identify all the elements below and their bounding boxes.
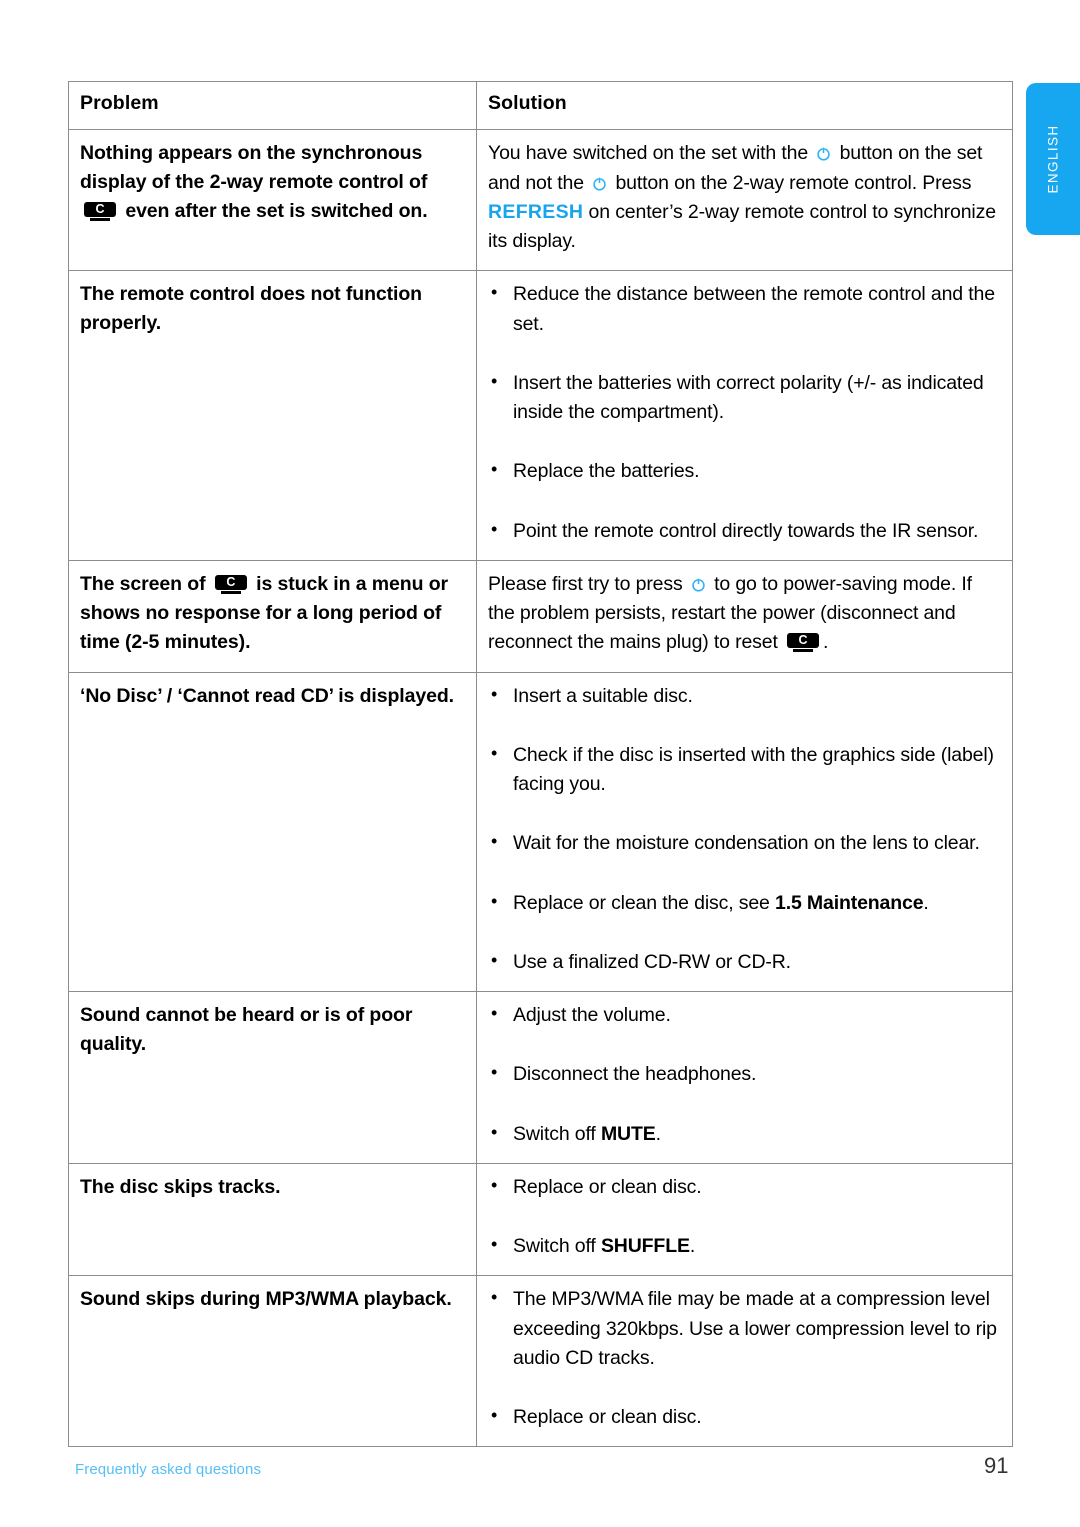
- c-icon-base: [220, 590, 241, 594]
- solution-cell: The MP3/WMA file may be made at a compre…: [476, 1275, 1013, 1448]
- list-item: Replace or clean disc.: [488, 1172, 1002, 1202]
- list-item: Wait for the moisture condensation on th…: [488, 828, 1002, 858]
- list-item: Use a finalized CD-RW or CD-R.: [488, 947, 1002, 977]
- list-item: Insert the batteries with correct polari…: [488, 368, 1002, 428]
- list-item: Replace the batteries.: [488, 456, 1002, 486]
- table-row: ‘No Disc’ / ‘Cannot read CD’ is displaye…: [68, 671, 1013, 993]
- c-icon-base: [90, 218, 110, 222]
- center-unit-c-icon: C: [787, 633, 819, 653]
- list-item: Point the remote control directly toward…: [488, 516, 1002, 546]
- table-row: Nothing appears on the synchronous displ…: [68, 129, 1013, 272]
- list-item: Insert a suitable disc.: [488, 681, 1002, 711]
- table-header-row: Problem Solution: [68, 80, 1013, 131]
- language-tab-label: ENGLISH: [1045, 124, 1061, 194]
- c-icon-glyph: C: [95, 202, 105, 217]
- solution-bullet-list: The MP3/WMA file may be made at a compre…: [488, 1284, 1002, 1432]
- page-number: 91: [984, 1453, 1009, 1478]
- power-icon: [690, 576, 707, 593]
- faq-troubleshooting-table: Problem Solution Nothing appears on the …: [68, 80, 1013, 1448]
- problem-text-6: Sound skips during MP3/WMA playback.: [80, 1288, 452, 1311]
- problem-text-segment: even after the set is switched on.: [120, 200, 428, 223]
- problem-cell: The remote control does not function pro…: [68, 270, 477, 561]
- emphasis-keyword: MUTE: [600, 1122, 656, 1145]
- solution-cell: Replace or clean disc. Switch off SHUFFL…: [476, 1162, 1013, 1277]
- emphasis-keyword: SHUFFLE: [600, 1235, 690, 1258]
- list-item: The MP3/WMA file may be made at a compre…: [488, 1284, 1002, 1373]
- solution-text-segment: .: [823, 631, 829, 654]
- solution-text-segment: Please first try to press: [488, 572, 688, 595]
- solution-bullet-list: Reduce the distance between the remote c…: [488, 279, 1002, 546]
- list-item: Reduce the distance between the remote c…: [488, 279, 1002, 339]
- problem-cell: Nothing appears on the synchronous displ…: [68, 129, 477, 272]
- list-item: Disconnect the headphones.: [488, 1059, 1002, 1089]
- column-header-solution: Solution: [488, 92, 567, 114]
- problem-text-4: Sound cannot be heard or is of poor qual…: [80, 1004, 413, 1056]
- table-row: The remote control does not function pro…: [68, 270, 1013, 561]
- problem-text-segment: The screen of: [80, 572, 211, 595]
- table-row: The disc skips tracks. Replace or clean …: [68, 1162, 1013, 1277]
- power-icon: [591, 175, 608, 192]
- table-row: Sound skips during MP3/WMA playback. The…: [68, 1275, 1013, 1448]
- footer-caption: Frequently asked questions: [75, 1461, 262, 1478]
- solution-text-segment: You have switched on the set with the: [488, 142, 814, 165]
- list-item: Switch off SHUFFLE.: [488, 1231, 1002, 1261]
- power-icon: [815, 145, 832, 162]
- problem-cell: Sound cannot be heard or is of poor qual…: [68, 991, 477, 1164]
- table-row: The screen of C is stuck in a menu or sh…: [68, 559, 1013, 673]
- c-icon-glyph: C: [226, 574, 236, 589]
- solution-bullet-list: Adjust the volume. Disconnect the headph…: [488, 1000, 1002, 1149]
- problem-cell: The screen of C is stuck in a menu or sh…: [68, 559, 477, 673]
- header-cell-solution: Solution: [476, 80, 1013, 131]
- list-item: Adjust the volume.: [488, 1000, 1002, 1030]
- problem-cell: The disc skips tracks.: [68, 1162, 477, 1277]
- problem-cell: Sound skips during MP3/WMA playback.: [68, 1275, 477, 1448]
- list-item: Replace or clean the disc, see 1.5 Maint…: [488, 888, 1002, 918]
- header-cell-problem: Problem: [68, 80, 477, 131]
- center-unit-c-icon: C: [214, 574, 247, 594]
- solution-text-2: Please first try to press to go to power…: [488, 570, 1002, 658]
- solution-cell: You have switched on the set with the bu…: [476, 129, 1013, 272]
- solution-cell: Reduce the distance between the remote c…: [476, 270, 1013, 561]
- c-icon-base: [793, 649, 813, 653]
- language-tab-english: ENGLISH: [1026, 83, 1080, 235]
- solution-bullet-list: Insert a suitable disc. Check if the dis…: [488, 681, 1002, 978]
- table-row: Sound cannot be heard or is of poor qual…: [68, 991, 1013, 1164]
- list-item: Replace or clean disc.: [488, 1402, 1002, 1432]
- center-unit-c-icon: C: [84, 202, 116, 222]
- problem-text-segment: Nothing appears on the synchronous displ…: [80, 142, 428, 194]
- list-item: Switch off MUTE.: [488, 1119, 1002, 1149]
- c-icon-glyph: C: [798, 633, 808, 648]
- solution-cell: Insert a suitable disc. Check if the dis…: [476, 671, 1013, 993]
- list-item: Check if the disc is inserted with the g…: [488, 740, 1002, 800]
- solution-text-0: You have switched on the set with the bu…: [488, 139, 1002, 256]
- problem-text-2: The screen of C is stuck in a menu or sh…: [80, 570, 466, 657]
- solution-cell: Please first try to press to go to power…: [476, 559, 1013, 673]
- problem-text-1: The remote control does not function pro…: [80, 283, 422, 335]
- solution-text-segment: button on the 2-way remote control. Pres…: [610, 171, 972, 194]
- solution-bullet-list: Replace or clean disc. Switch off SHUFFL…: [488, 1172, 1002, 1262]
- problem-cell: ‘No Disc’ / ‘Cannot read CD’ is displaye…: [68, 671, 477, 993]
- problem-text-5: The disc skips tracks.: [80, 1175, 281, 1198]
- emphasis-keyword: 1.5 Maintenance: [775, 891, 924, 914]
- problem-text-0: Nothing appears on the synchronous displ…: [80, 139, 466, 226]
- solution-cell: Adjust the volume. Disconnect the headph…: [476, 991, 1013, 1164]
- problem-text-3: ‘No Disc’ / ‘Cannot read CD’ is displaye…: [80, 684, 454, 707]
- column-header-problem: Problem: [80, 92, 159, 114]
- refresh-keyword: REFRESH: [488, 200, 584, 223]
